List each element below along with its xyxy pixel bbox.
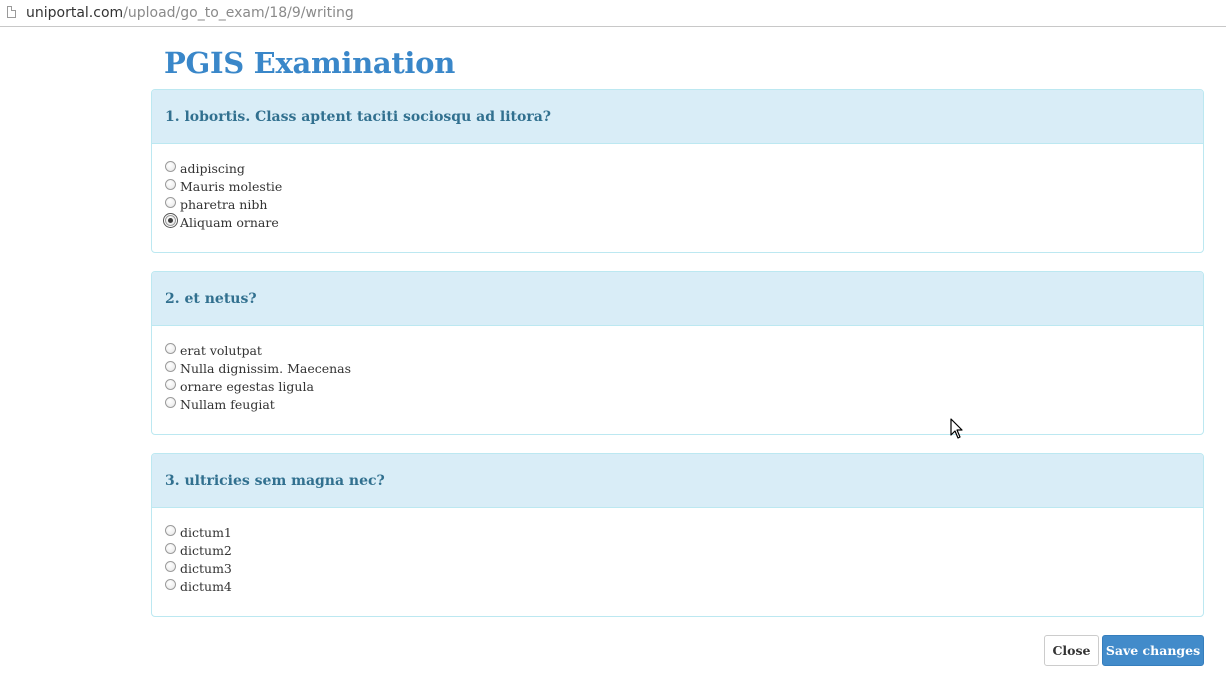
page-title: PGIS Examination: [164, 46, 455, 80]
answer-option[interactable]: Nulla dignissim. Maecenas: [165, 359, 1203, 377]
url-text[interactable]: uniportal.com/upload/go_to_exam/18/9/wri…: [26, 0, 354, 27]
answer-label: Aliquam ornare: [180, 214, 279, 230]
url-host: uniportal.com: [26, 5, 124, 21]
radio-button[interactable]: [165, 178, 176, 190]
page-icon: [7, 6, 16, 18]
answer-option[interactable]: dictum2: [165, 541, 1203, 559]
radio-button[interactable]: [165, 560, 176, 572]
answer-label: Nullam feugiat: [180, 396, 275, 412]
question-title: 1. lobortis. Class aptent taciti sociosq…: [152, 90, 1203, 144]
url-path: /upload/go_to_exam/18/9/writing: [123, 5, 354, 21]
answer-option[interactable]: erat volutpat: [165, 341, 1203, 359]
answer-option[interactable]: adipiscing: [165, 159, 1203, 177]
radio-button[interactable]: [165, 524, 176, 536]
answer-label: dictum4: [180, 578, 232, 594]
answer-label: dictum3: [180, 560, 232, 576]
radio-button[interactable]: [165, 542, 176, 554]
radio-button[interactable]: [163, 212, 178, 228]
question-panel-1: 1. lobortis. Class aptent taciti sociosq…: [151, 89, 1204, 253]
close-button[interactable]: Close: [1044, 635, 1099, 666]
radio-button[interactable]: [165, 196, 176, 208]
answer-option[interactable]: Mauris molestie: [165, 177, 1203, 195]
question-title: 2. et netus?: [152, 272, 1203, 326]
question-panel-3: 3. ultricies sem magna nec? dictum1 dict…: [151, 453, 1204, 617]
answer-option[interactable]: ornare egestas ligula: [165, 377, 1203, 395]
radio-button[interactable]: [165, 378, 176, 390]
question-panel-2: 2. et netus? erat volutpat Nulla digniss…: [151, 271, 1204, 435]
question-options: dictum1 dictum2 dictum3 dictum4: [152, 508, 1203, 595]
mouse-cursor-icon: [950, 418, 963, 439]
answer-label: erat volutpat: [180, 342, 262, 358]
answer-label: ornare egestas ligula: [180, 378, 314, 394]
answer-label: adipiscing: [180, 160, 245, 176]
answer-label: Mauris molestie: [180, 178, 283, 194]
answer-option[interactable]: pharetra nibh: [165, 195, 1203, 213]
radio-button[interactable]: [165, 360, 176, 372]
answer-option[interactable]: Nullam feugiat: [165, 395, 1203, 413]
radio-button[interactable]: [165, 396, 176, 408]
radio-button[interactable]: [165, 578, 176, 590]
question-options: adipiscing Mauris molestie pharetra nibh…: [152, 144, 1203, 231]
answer-label: Nulla dignissim. Maecenas: [180, 360, 352, 376]
answer-option[interactable]: Aliquam ornare: [163, 212, 1203, 231]
save-changes-button[interactable]: Save changes: [1102, 635, 1204, 666]
answer-label: dictum2: [180, 542, 232, 558]
radio-button[interactable]: [165, 160, 176, 172]
radio-button[interactable]: [165, 342, 176, 354]
answer-option[interactable]: dictum1: [165, 523, 1203, 541]
answer-label: dictum1: [180, 524, 232, 540]
question-options: erat volutpat Nulla dignissim. Maecenas …: [152, 326, 1203, 413]
question-title: 3. ultricies sem magna nec?: [152, 454, 1203, 508]
answer-label: pharetra nibh: [180, 196, 268, 212]
answer-option[interactable]: dictum3: [165, 559, 1203, 577]
browser-address-bar[interactable]: uniportal.com/upload/go_to_exam/18/9/wri…: [0, 0, 1226, 27]
answer-option[interactable]: dictum4: [165, 577, 1203, 595]
